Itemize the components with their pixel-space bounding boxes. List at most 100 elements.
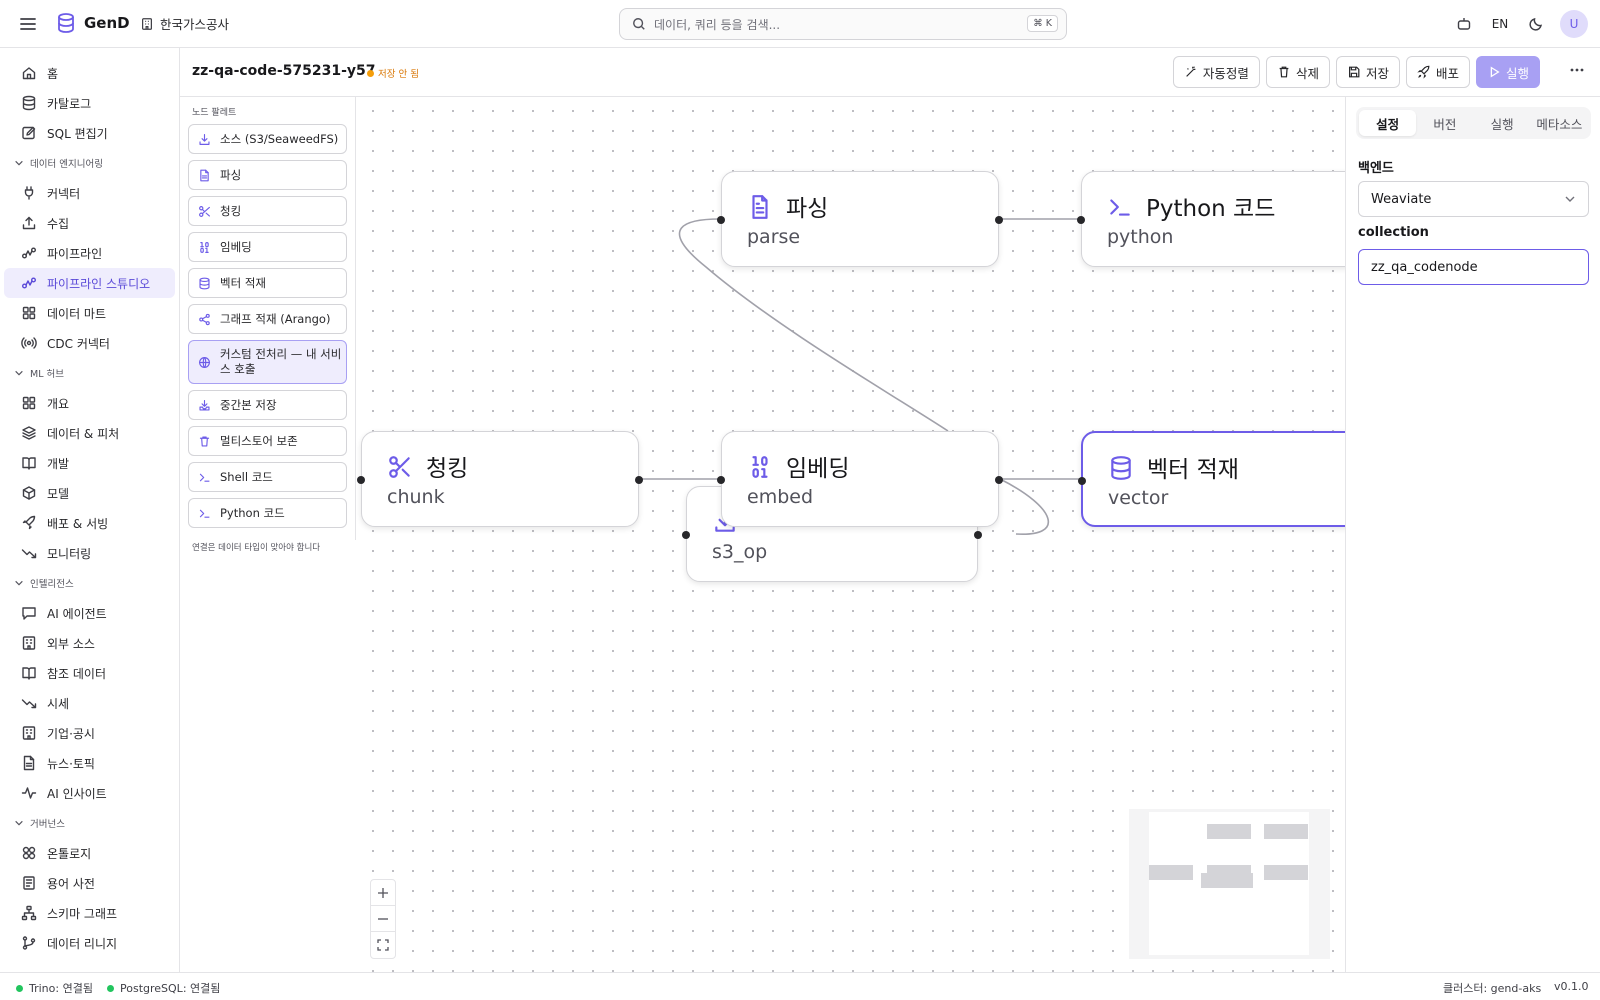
sidebar-item[interactable]: 시세 — [4, 688, 175, 718]
auto-layout-button[interactable]: 자동정렬 — [1172, 56, 1260, 88]
postgres-status-label: PostgreSQL: 연결됨 — [120, 982, 221, 995]
palette-item[interactable]: 멀티스토어 보존 — [188, 426, 347, 456]
node-embed[interactable]: 임베딩 embed — [717, 431, 1003, 527]
sidebar-item[interactable]: 커넥터 — [4, 178, 175, 208]
node-vector[interactable]: 벡터 적재 vector — [1078, 431, 1345, 527]
sidebar-item-label: 기업·공시 — [47, 726, 95, 741]
sidebar-item[interactable]: 모니터링 — [4, 538, 175, 568]
sidebar-item[interactable]: SQL 편집기 — [4, 118, 175, 148]
sidebar-section-header[interactable]: 데이터 엔지니어링 — [0, 148, 179, 178]
node-input-handle[interactable] — [717, 216, 725, 224]
database-icon — [198, 277, 211, 290]
more-options-icon[interactable] — [1569, 62, 1585, 78]
palette-item[interactable]: 그래프 적재 (Arango) — [188, 304, 347, 334]
sidebar-item[interactable]: 수집 — [4, 208, 175, 238]
sidebar-item[interactable]: 개요 — [4, 388, 175, 418]
sidebar-item[interactable]: 데이터 & 피처 — [4, 418, 175, 448]
sidebar-item[interactable]: 참조 데이터 — [4, 658, 175, 688]
palette-item[interactable]: Shell 코드 — [188, 462, 347, 492]
palette-item[interactable]: Python 코드 — [188, 498, 347, 528]
sidebar-item[interactable]: 뉴스·토픽 — [4, 748, 175, 778]
building-icon — [21, 725, 37, 741]
run-label: 실행 — [1505, 65, 1529, 81]
sidebar-item[interactable]: 카탈로그 — [4, 88, 175, 118]
node-parse[interactable]: 파싱 parse — [717, 171, 1003, 267]
sidebar-item-label: 커넥터 — [47, 186, 81, 201]
sidebar-section-header[interactable]: ML 허브 — [0, 358, 179, 388]
org-selector[interactable]: 한국가스공사 — [140, 14, 229, 33]
run-button[interactable]: 실행 — [1475, 56, 1540, 88]
edge-embed-s3op[interactable] — [999, 478, 1050, 535]
palette-item[interactable]: 임베딩 — [188, 232, 347, 262]
sidebar-item[interactable]: 파이프라인 — [4, 238, 175, 268]
node-output-handle[interactable] — [974, 531, 982, 539]
scissors-icon — [387, 454, 413, 480]
node-output-handle[interactable] — [635, 476, 643, 484]
globe-icon — [198, 356, 211, 369]
node-output-handle[interactable] — [995, 476, 1003, 484]
palette-item[interactable]: 청킹 — [188, 196, 347, 226]
sidebar-section-header[interactable]: 거버넌스 — [0, 808, 179, 838]
node-input-handle[interactable] — [1078, 477, 1086, 485]
sidebar-section-title: 인텔리전스 — [30, 579, 74, 590]
tab-versions[interactable]: 버전 — [1416, 110, 1473, 136]
sidebar-item[interactable]: 데이터 마트 — [4, 298, 175, 328]
search-input[interactable]: 데이터, 쿼리 등을 검색... ⌘ K — [619, 8, 1067, 40]
sidebar-item[interactable]: 홈 — [4, 58, 175, 88]
zoom-out-icon[interactable] — [371, 906, 395, 932]
sidebar-item[interactable]: 모델 — [4, 478, 175, 508]
sidebar-section-header[interactable]: 인텔리전스 — [0, 568, 179, 598]
tab-runs[interactable]: 실행 — [1474, 110, 1531, 136]
node-python[interactable]: Python 코드 python — [1077, 171, 1345, 267]
edit-icon — [21, 125, 37, 141]
sidebar-item[interactable]: 기업·공시 — [4, 718, 175, 748]
pipeline-canvas[interactable]: s3_op 파싱 parse Python 코드 python 청킹 chunk — [356, 97, 1345, 972]
pipeline-title[interactable]: zz-qa-code-575231-y57 — [192, 63, 376, 79]
sidebar-item[interactable]: 온톨로지 — [4, 838, 175, 868]
app-logo[interactable]: GenD — [56, 12, 130, 34]
palette-item[interactable]: 벡터 적재 — [188, 268, 347, 298]
sidebar-item[interactable]: 외부 소스 — [4, 628, 175, 658]
palette-item[interactable]: 커스텀 전처리 — 내 서비스 호출 — [188, 340, 347, 384]
save-button[interactable]: 저장 — [1335, 56, 1400, 88]
sidebar-item[interactable]: 파이프라인 스튜디오 — [4, 268, 175, 298]
bot-icon[interactable] — [1446, 6, 1482, 42]
language-toggle[interactable]: EN — [1482, 6, 1518, 42]
sidebar-item[interactable]: CDC 커넥터 — [4, 328, 175, 358]
avatar[interactable]: U — [1560, 10, 1588, 38]
delete-button[interactable]: 삭제 — [1265, 56, 1330, 88]
node-title: 파싱 — [786, 196, 829, 222]
collection-input[interactable]: zz_qa_codenode — [1358, 249, 1589, 285]
rocket-icon — [21, 515, 37, 531]
tab-settings[interactable]: 설정 — [1359, 110, 1417, 136]
node-id: chunk — [387, 486, 445, 508]
sidebar-item-label: 데이터 & 피처 — [47, 426, 120, 441]
deploy-button[interactable]: 배포 — [1405, 56, 1470, 88]
fit-view-icon[interactable] — [371, 932, 395, 958]
node-input-handle[interactable] — [1077, 216, 1085, 224]
backend-select[interactable]: Weaviate — [1358, 181, 1589, 217]
node-output-handle[interactable] — [995, 216, 1003, 224]
sidebar-item[interactable]: 용어 사전 — [4, 868, 175, 898]
sidebar-item[interactable]: AI 인사이트 — [4, 778, 175, 808]
zoom-in-icon[interactable] — [371, 880, 395, 906]
minimap[interactable] — [1129, 809, 1330, 959]
sidebar-item[interactable]: 데이터 리니지 — [4, 928, 175, 958]
node-input-handle[interactable] — [682, 531, 690, 539]
node-input-handle[interactable] — [717, 476, 725, 484]
palette-item[interactable]: 소스 (S3/SeaweedFS) — [188, 124, 347, 154]
palette-item[interactable]: 파싱 — [188, 160, 347, 190]
palette-item[interactable]: 중간본 저장 — [188, 390, 347, 420]
moon-icon[interactable] — [1518, 6, 1554, 42]
tab-metasource[interactable]: 메타소스 — [1531, 110, 1588, 136]
sidebar-item[interactable]: 개발 — [4, 448, 175, 478]
sidebar-item[interactable]: 스키마 그래프 — [4, 898, 175, 928]
sidebar-item-label: 온톨로지 — [47, 846, 92, 861]
node-chunk[interactable]: 청킹 chunk — [357, 431, 643, 527]
sidebar-item[interactable]: 배포 & 서빙 — [4, 508, 175, 538]
sidebar-item[interactable]: AI 에이전트 — [4, 598, 175, 628]
hamburger-menu-icon[interactable] — [18, 14, 38, 34]
node-input-handle[interactable] — [357, 476, 365, 484]
trend-icon — [21, 695, 37, 711]
minimap-node — [1201, 873, 1253, 888]
